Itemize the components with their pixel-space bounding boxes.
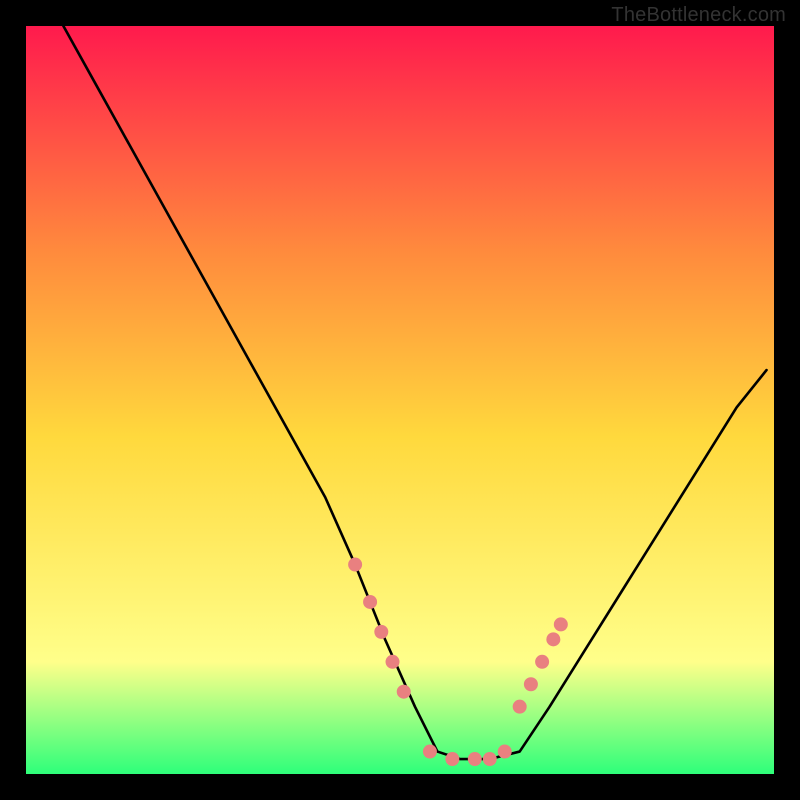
highlight-dot: [498, 745, 512, 759]
highlight-dot: [524, 677, 538, 691]
highlight-dot: [445, 752, 459, 766]
highlight-dot: [535, 655, 549, 669]
highlight-dot: [468, 752, 482, 766]
highlight-dot: [554, 617, 568, 631]
highlight-dot: [374, 625, 388, 639]
chart-frame: [24, 24, 776, 776]
highlight-dot: [363, 595, 377, 609]
highlight-dot: [546, 632, 560, 646]
watermark-text: TheBottleneck.com: [611, 4, 786, 27]
chart-svg: [26, 26, 774, 774]
highlight-dot: [423, 745, 437, 759]
highlight-dot: [397, 685, 411, 699]
highlight-dot: [483, 752, 497, 766]
gradient-bg: [26, 26, 774, 774]
highlight-dot: [348, 558, 362, 572]
highlight-dot: [513, 700, 527, 714]
highlight-dot: [386, 655, 400, 669]
